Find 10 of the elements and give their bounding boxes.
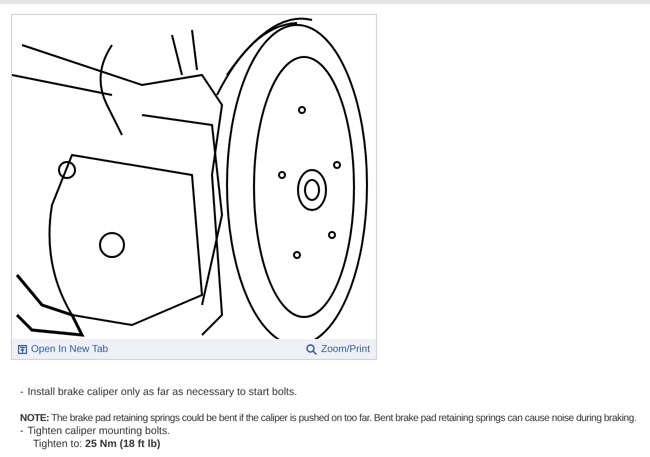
open-new-tab-link[interactable]: Open In New Tab [18,342,108,356]
torque-spec: Tighten to: 25 Nm (18 ft lb) [32,438,162,451]
zoom-icon [306,344,318,354]
step-text: Tighten caliper mounting bolts. [28,425,170,438]
bullet-dash: - [20,425,24,438]
bullet-dash: - [20,386,24,399]
new-tab-icon [18,344,27,354]
step-text: Install brake caliper only as far as necessary to start bolts. [28,386,298,399]
note-text: NOTE: The brake pad retaining springs could be bent if the caliper is pushed on too far. Bent brake pad retaining springs can cause noise during braking. [20,412,638,425]
zoom-print-link[interactable]: Zoom/Print [306,342,370,356]
